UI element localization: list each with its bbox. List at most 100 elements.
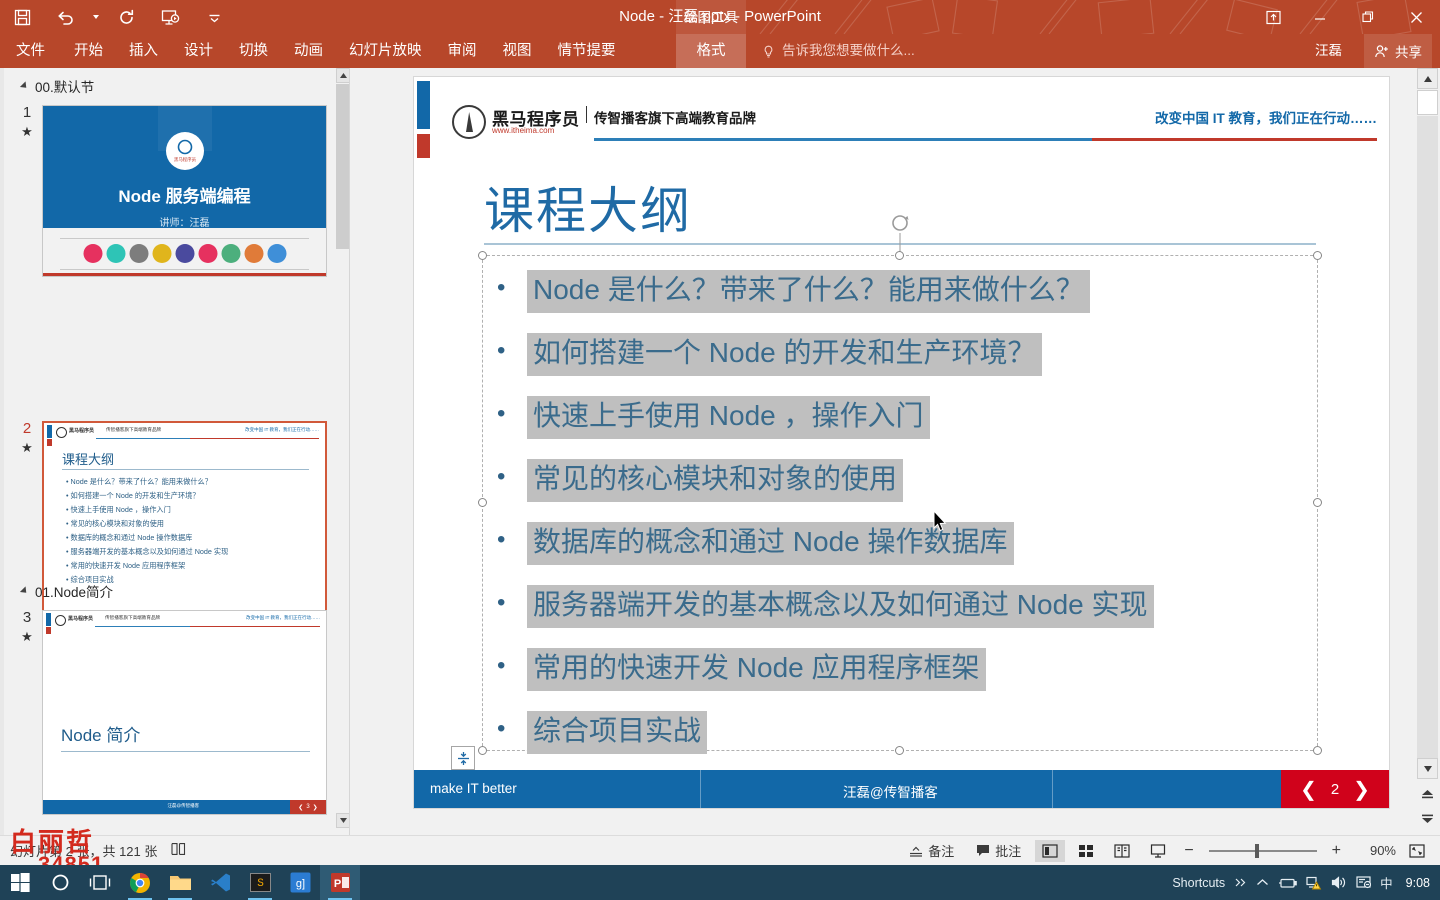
scrollbar-track[interactable]: [1417, 116, 1438, 776]
slide-thumbnail-3[interactable]: 黑马程序员 传智播客旗下高端教育品牌 改变中国 IT 教育，我们正在行动…… N…: [42, 610, 327, 815]
slide-thumbnail-pane[interactable]: 00.默认节 1 ★ 黑马程序员 Node 服务端编程 讲师：汪磊: [0, 68, 350, 835]
thumbnail-scroll-up-button[interactable]: [336, 68, 350, 83]
bullet-text[interactable]: 服务器端开发的基本概念以及如何通过 Node 实现: [527, 585, 1154, 628]
current-slide[interactable]: 黑马程序员 www.itheima.com 传智播客旗下高端教育品牌 改变中国 …: [413, 76, 1390, 809]
tab-format[interactable]: 格式: [676, 34, 746, 68]
undo-dropdown-icon[interactable]: [88, 1, 104, 33]
tab-file[interactable]: 文件: [0, 34, 61, 68]
bullet-text[interactable]: Node 是什么？带来了什么？能用来做什么？: [527, 270, 1090, 313]
bullet-item[interactable]: • Node 是什么？带来了什么？能用来做什么？: [497, 270, 1309, 313]
start-button[interactable]: [0, 865, 40, 900]
section-collapse-icon[interactable]: [20, 81, 29, 90]
normal-view-button[interactable]: [1035, 840, 1065, 862]
zoom-slider[interactable]: [1209, 850, 1317, 852]
reading-view-button[interactable]: [1107, 840, 1137, 862]
action-center-icon[interactable]: [1356, 876, 1371, 889]
slide-editing-area[interactable]: 黑马程序员 www.itheima.com 传智播客旗下高端教育品牌 改变中国 …: [350, 68, 1414, 835]
notes-button[interactable]: 备注: [901, 839, 962, 862]
resize-handle-middle-right[interactable]: [1313, 498, 1322, 507]
thumbnail-scroll-thumb[interactable]: [336, 84, 350, 249]
ime-language-indicator[interactable]: 中: [1380, 873, 1393, 892]
powerpoint-taskbar-icon[interactable]: P: [320, 865, 360, 900]
chrome-taskbar-icon[interactable]: [120, 865, 160, 900]
access-taskbar-icon[interactable]: g]: [280, 865, 320, 900]
terminal-taskbar-icon[interactable]: S: [240, 865, 280, 900]
tab-storyboarding[interactable]: 情节提要: [545, 34, 629, 68]
zoom-knob[interactable]: [1255, 844, 1259, 858]
slide-sorter-view-button[interactable]: [1071, 840, 1101, 862]
bullet-item[interactable]: • 综合项目实战: [497, 711, 1309, 754]
slideshow-view-button[interactable]: [1143, 840, 1173, 862]
zoom-out-button[interactable]: −: [1179, 842, 1198, 860]
resize-handle-bottom-left[interactable]: [478, 746, 487, 755]
tab-design[interactable]: 设计: [171, 34, 226, 68]
zoom-in-button[interactable]: +: [1327, 842, 1346, 860]
close-button[interactable]: [1392, 0, 1440, 34]
cortana-button[interactable]: [40, 865, 80, 900]
bullet-item[interactable]: • 服务器端开发的基本概念以及如何通过 Node 实现: [497, 585, 1309, 628]
share-button[interactable]: 共享: [1364, 34, 1432, 68]
vscode-taskbar-icon[interactable]: [200, 865, 240, 900]
bullet-item[interactable]: • 常见的核心模块和对象的使用: [497, 459, 1309, 502]
previous-slide-button[interactable]: [1417, 784, 1438, 805]
customize-qat-button[interactable]: [192, 1, 236, 33]
tell-me-box[interactable]: 告诉我您想要做什么...: [762, 34, 915, 68]
thumbnail-scroll-down-button[interactable]: [336, 813, 350, 828]
section-header-01[interactable]: 01.Node简介: [22, 581, 113, 601]
bullet-text[interactable]: 如何搭建一个 Node 的开发和生产环境？: [527, 333, 1042, 376]
resize-handle-bottom-right[interactable]: [1313, 746, 1322, 755]
comments-button[interactable]: 批注: [968, 839, 1029, 862]
network-warning-icon[interactable]: [1306, 876, 1322, 890]
tab-review[interactable]: 审阅: [435, 34, 490, 68]
minimize-button[interactable]: [1296, 0, 1344, 34]
vertical-scrollbar[interactable]: [1414, 68, 1440, 835]
resize-handle-middle-left[interactable]: [478, 498, 487, 507]
volume-icon[interactable]: [1331, 876, 1347, 889]
bullet-item[interactable]: • 常用的快速开发 Node 应用程序框架: [497, 648, 1309, 691]
task-view-button[interactable]: [80, 865, 120, 900]
zoom-level[interactable]: 90%: [1352, 843, 1396, 858]
next-slide-button[interactable]: [1417, 808, 1438, 829]
tab-animations[interactable]: 动画: [281, 34, 336, 68]
tab-transitions[interactable]: 切换: [226, 34, 281, 68]
account-name[interactable]: 汪磊: [1315, 34, 1342, 68]
bullet-item[interactable]: • 如何搭建一个 Node 的开发和生产环境？: [497, 333, 1309, 376]
save-button[interactable]: [0, 1, 44, 33]
chevron-up-icon[interactable]: [1256, 878, 1269, 887]
redo-button[interactable]: [104, 1, 148, 33]
bullet-text[interactable]: 常用的快速开发 Node 应用程序框架: [527, 648, 986, 691]
scroll-down-button[interactable]: [1417, 758, 1438, 779]
chevron-double-right-icon[interactable]: [1234, 877, 1247, 888]
fit-slide-to-window-button[interactable]: [1402, 840, 1432, 862]
bullet-text[interactable]: 快速上手使用 Node ，操作入门: [527, 396, 930, 439]
file-explorer-taskbar-icon[interactable]: [160, 865, 200, 900]
bullet-text[interactable]: 常见的核心模块和对象的使用: [527, 459, 903, 502]
scrollbar-thumb[interactable]: [1417, 90, 1438, 115]
section-header-00[interactable]: 00.默认节: [22, 76, 94, 96]
autofit-options-button[interactable]: [451, 746, 475, 770]
tab-view[interactable]: 视图: [490, 34, 545, 68]
tab-insert[interactable]: 插入: [116, 34, 171, 68]
battery-icon[interactable]: [1278, 877, 1297, 889]
resize-handle-top-left[interactable]: [478, 251, 487, 260]
resize-handle-top-right[interactable]: [1313, 251, 1322, 260]
rotate-handle[interactable]: [889, 212, 911, 239]
slide-title[interactable]: 课程大纲: [484, 171, 692, 243]
scroll-up-button[interactable]: [1417, 68, 1438, 89]
tab-home[interactable]: 开始: [61, 34, 116, 68]
taskbar-clock[interactable]: 9:08: [1406, 876, 1430, 890]
content-placeholder-selection[interactable]: • Node 是什么？带来了什么？能用来做什么？ • 如何搭建一个 Node 的…: [482, 255, 1318, 751]
start-slideshow-button[interactable]: [148, 1, 192, 33]
undo-button[interactable]: [44, 1, 88, 33]
tab-slideshow[interactable]: 幻灯片放映: [336, 34, 435, 68]
ribbon-display-options-button[interactable]: [1250, 0, 1296, 34]
section-collapse-icon-01[interactable]: [20, 586, 29, 595]
slide-thumbnail-1[interactable]: 黑马程序员 Node 服务端编程 讲师：汪磊: [42, 105, 327, 277]
restore-button[interactable]: [1344, 0, 1392, 34]
thumbnail-scrollbar[interactable]: [336, 68, 350, 835]
proofing-icon[interactable]: [171, 842, 186, 859]
zoom-track[interactable]: [1209, 850, 1317, 852]
bullet-text[interactable]: 综合项目实战: [527, 711, 707, 754]
bullet-item[interactable]: • 快速上手使用 Node ，操作入门: [497, 396, 1309, 439]
resize-handle-top-center[interactable]: [895, 251, 904, 260]
